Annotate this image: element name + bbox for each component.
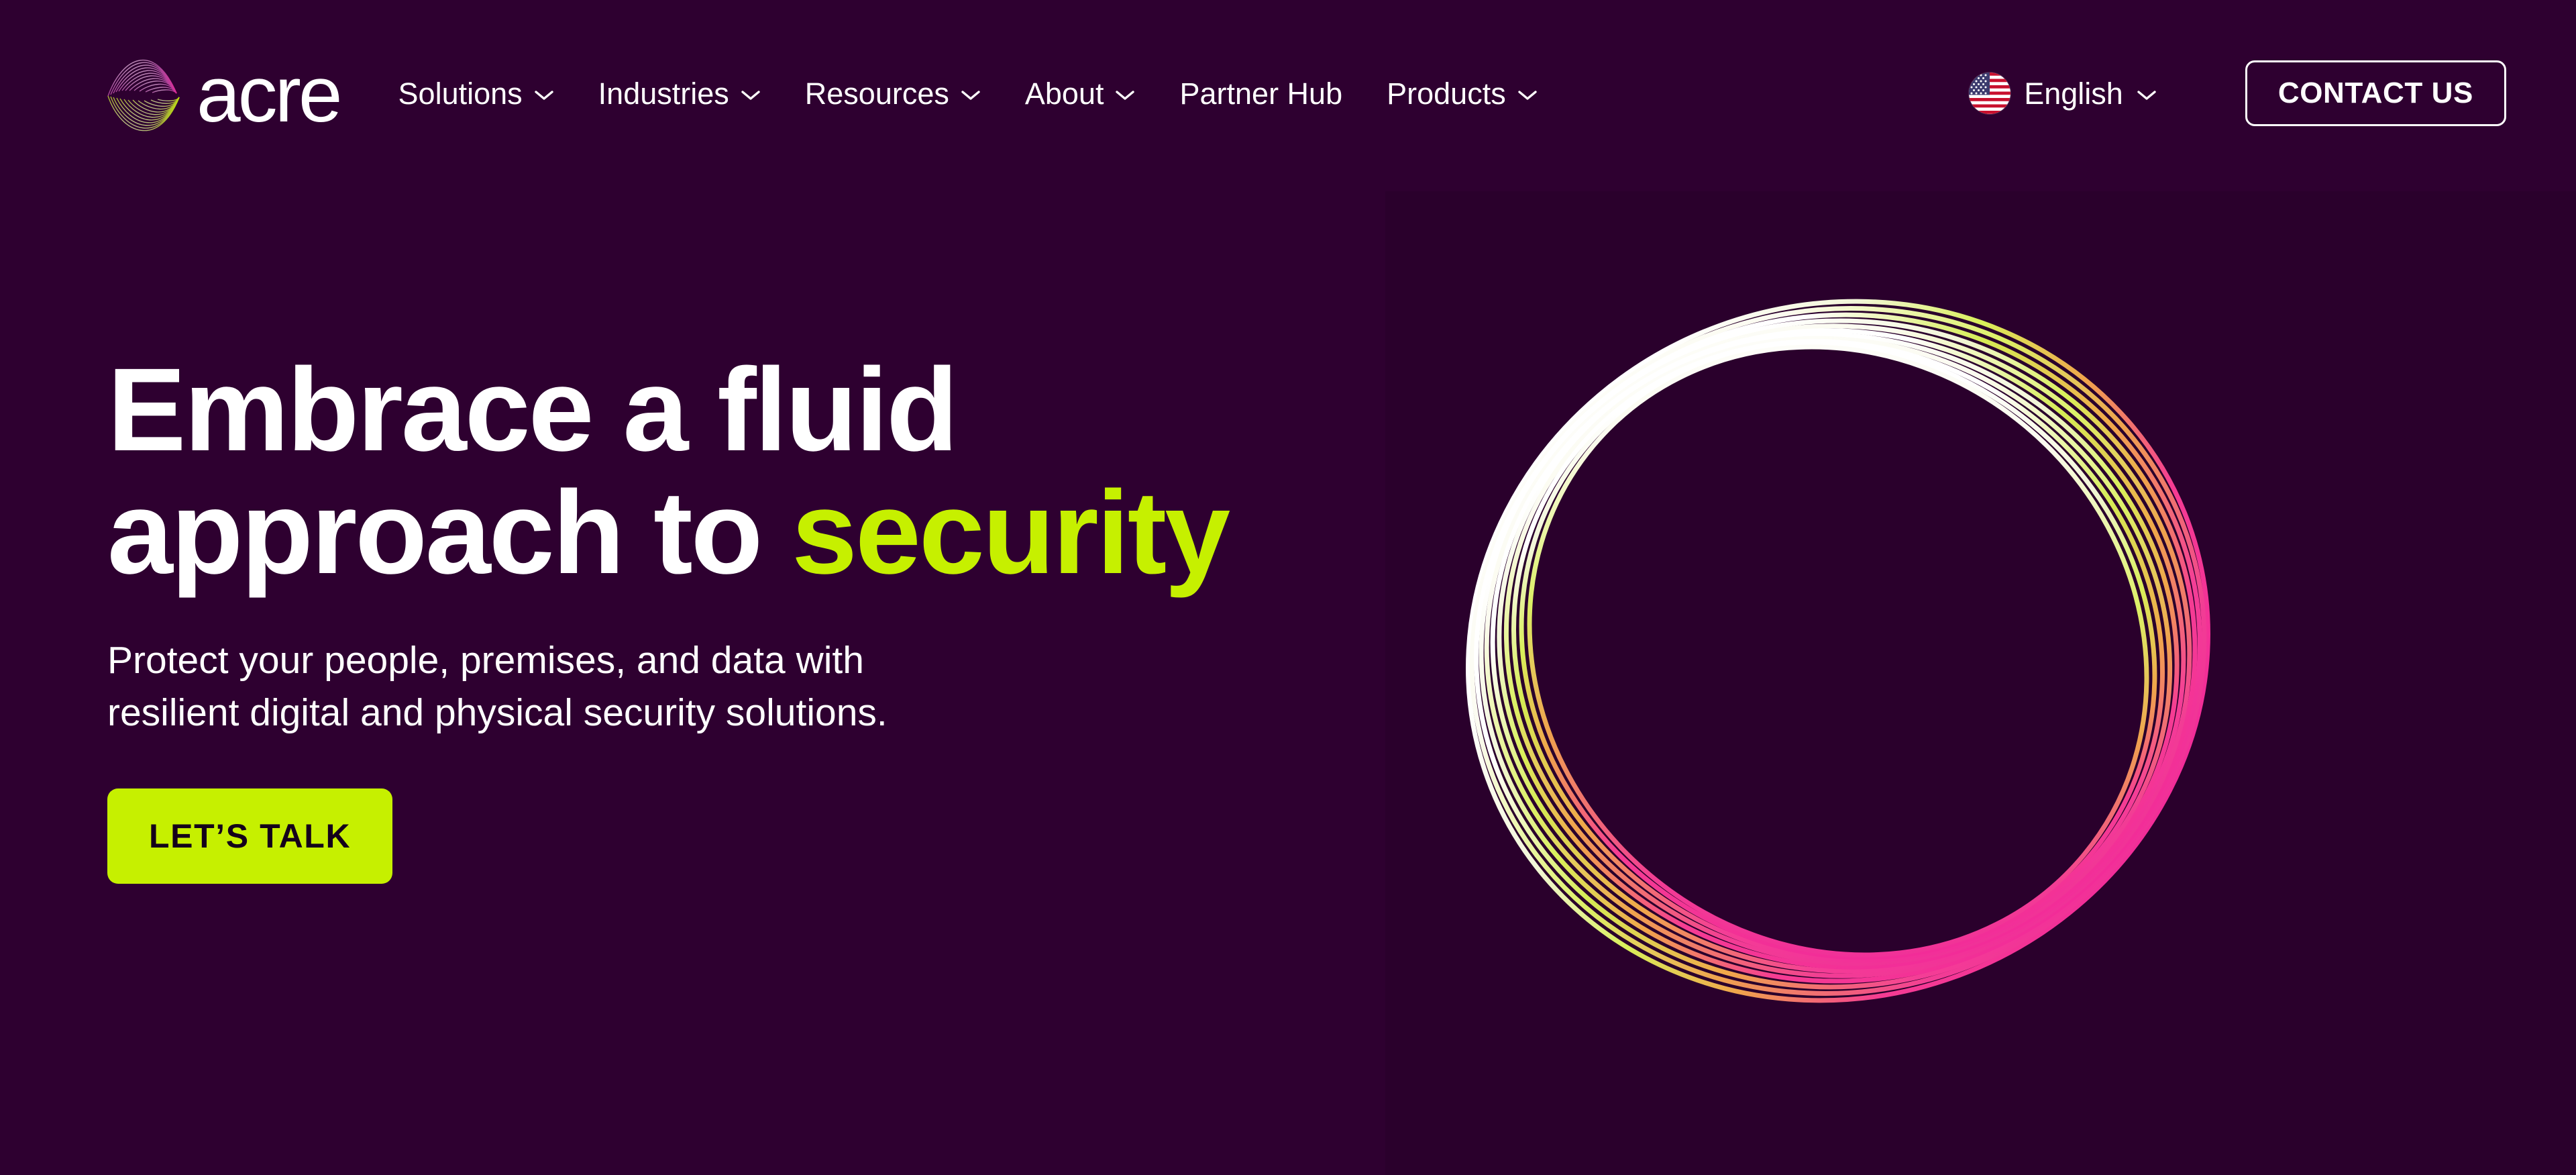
brand-logo-link[interactable]: acre (104, 33, 343, 154)
nav-item-label: Products (1387, 76, 1506, 111)
chevron-down-icon (741, 89, 761, 101)
nav-item-label: Partner Hub (1179, 76, 1343, 111)
chevron-down-icon (1115, 89, 1135, 101)
hero-page: acre Solutions Industries Resources Abou… (0, 0, 2576, 1175)
main-navigation: Solutions Industries Resources About Par… (376, 79, 1560, 109)
site-header: acre Solutions Industries Resources Abou… (0, 0, 2576, 187)
hero-title-accent-word: security (792, 467, 1230, 599)
nav-item-about[interactable]: About (1003, 79, 1158, 109)
hero-subtitle-line-2: resilient digital and physical security … (107, 691, 888, 734)
nav-item-solutions[interactable]: Solutions (376, 79, 576, 109)
chevron-down-icon (1517, 89, 1538, 101)
fluid-spiral-rings-graphic (1368, 168, 2455, 1147)
chevron-down-icon (534, 89, 554, 101)
language-selector[interactable]: English (1969, 72, 2170, 114)
chevron-down-icon (961, 89, 981, 101)
hero-title-line-1: Embrace a fluid (107, 344, 959, 476)
hero-subtitle: Protect your people, premises, and data … (107, 635, 1060, 739)
hero-title: Embrace a fluid approach to security (107, 348, 1516, 595)
nav-item-industries[interactable]: Industries (576, 79, 783, 109)
nav-item-resources[interactable]: Resources (783, 79, 1003, 109)
lets-talk-button[interactable]: LET’S TALK (107, 788, 393, 884)
nav-item-label: About (1024, 76, 1104, 111)
language-label: English (2024, 76, 2123, 111)
us-flag-icon (1969, 72, 2011, 114)
contact-us-button[interactable]: CONTACT US (2245, 60, 2506, 126)
chevron-down-icon (2137, 89, 2157, 101)
brand-name: acre (197, 50, 343, 139)
nav-item-products[interactable]: Products (1364, 79, 1560, 109)
acre-butterfly-logo-icon (93, 33, 209, 154)
nav-item-label: Resources (804, 76, 949, 111)
hero-title-line-2-plain: approach to (107, 467, 792, 599)
nav-item-label: Solutions (398, 76, 523, 111)
hero-background-panel (1385, 191, 2576, 1175)
header-right-group: English CONTACT US (1969, 60, 2506, 126)
hero-subtitle-line-1: Protect your people, premises, and data … (107, 639, 864, 682)
hero-section: Embrace a fluid approach to security Pro… (107, 348, 1516, 884)
nav-item-label: Industries (598, 76, 729, 111)
nav-item-partner-hub[interactable]: Partner Hub (1157, 79, 1364, 109)
